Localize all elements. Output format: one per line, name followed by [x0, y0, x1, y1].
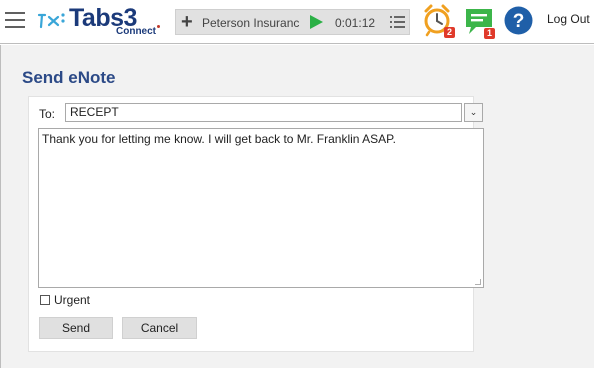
reminders-count-badge: 2	[444, 27, 455, 38]
timer-list-icon[interactable]	[390, 15, 405, 29]
logo-dot	[157, 25, 160, 28]
to-recipient-field[interactable]: RECEPT	[65, 103, 462, 122]
messages-count-badge: 1	[484, 28, 495, 39]
timer-client-name[interactable]: Peterson Insuranc	[202, 16, 308, 30]
urgent-label: Urgent	[54, 293, 91, 307]
send-enote-form: To: RECEPT ⌄ Thank you for letting me kn…	[28, 96, 484, 352]
resize-handle-icon[interactable]	[475, 279, 481, 285]
timer-bar: + Peterson Insuranc 0:01:12	[175, 9, 410, 35]
send-button[interactable]: Send	[39, 317, 113, 339]
help-button[interactable]: ?	[504, 6, 534, 36]
urgent-checkbox[interactable]: Urgent	[40, 293, 90, 307]
message-textarea[interactable]: Thank you for letting me know. I will ge…	[38, 128, 484, 288]
to-label: To:	[39, 107, 56, 121]
checkbox-icon[interactable]	[40, 295, 50, 305]
chevron-down-icon[interactable]: ⌄	[464, 103, 483, 122]
message-text: Thank you for letting me know. I will ge…	[42, 132, 396, 146]
logo-mark-icon	[37, 13, 65, 29]
help-question-icon: ?	[504, 6, 533, 35]
logout-link[interactable]: Log Out	[547, 12, 590, 26]
top-bar: Tabs3 Connect + Peterson Insuranc 0:01:1…	[0, 0, 594, 44]
logo-subtext: Connect	[116, 26, 156, 37]
add-timer-icon[interactable]: +	[181, 11, 193, 33]
svg-text:?: ?	[513, 11, 525, 32]
timer-elapsed: 0:01:12	[335, 16, 376, 30]
app-logo: Tabs3 Connect	[36, 4, 174, 40]
main-content: Send eNote To: RECEPT ⌄ Thank you for le…	[0, 45, 594, 368]
reminders-button[interactable]: 2	[422, 3, 456, 39]
cancel-button[interactable]: Cancel	[122, 317, 197, 339]
play-icon[interactable]	[310, 15, 323, 29]
messages-button[interactable]: 1	[464, 6, 496, 40]
page-title: Send eNote	[22, 68, 116, 87]
hamburger-menu-icon[interactable]	[5, 10, 25, 30]
